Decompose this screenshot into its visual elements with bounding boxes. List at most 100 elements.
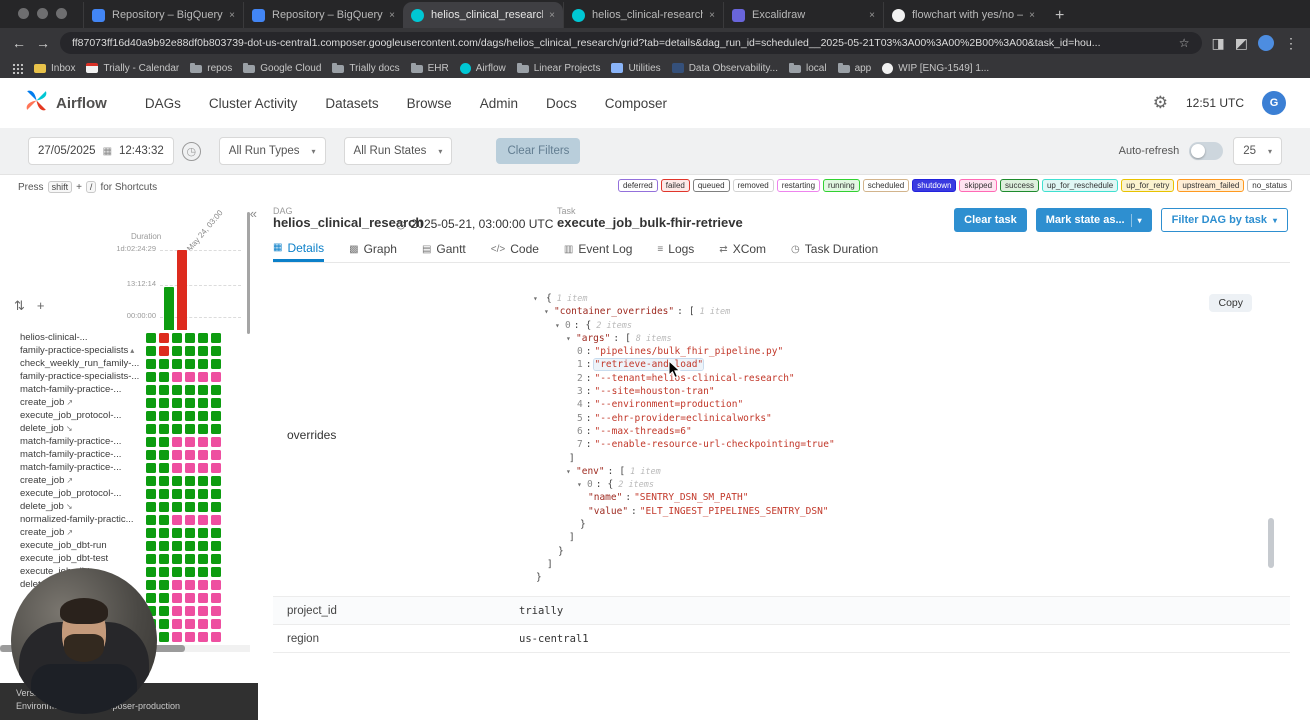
forward-icon[interactable]: → xyxy=(36,35,50,51)
bookmark-item[interactable]: WIP [ENG-1549] 1... xyxy=(882,62,989,74)
task-row[interactable]: execute_job_dbt-run xyxy=(0,539,245,552)
collapse-caret-icon[interactable]: ▾ xyxy=(566,332,576,345)
task-instance-square[interactable] xyxy=(198,566,208,577)
task-row[interactable]: family-practice-specialists ▴ xyxy=(0,344,245,357)
task-instance-square[interactable] xyxy=(185,410,195,421)
tab-details[interactable]: ▦ Details xyxy=(273,240,325,262)
task-instance-square[interactable] xyxy=(172,371,182,382)
collapse-caret-icon[interactable]: ▾ xyxy=(577,478,587,491)
tab-logs[interactable]: ≡ Logs xyxy=(657,240,694,262)
task-instance-square[interactable] xyxy=(185,384,195,395)
tab-close-icon[interactable]: × xyxy=(229,10,235,21)
tab-gantt[interactable]: ▤ Gantt xyxy=(422,240,466,262)
task-instance-square[interactable] xyxy=(198,462,208,473)
task-instance-square[interactable] xyxy=(159,527,169,538)
task-instance-square[interactable] xyxy=(159,397,169,408)
browser-tab[interactable]: Repository – BigQuery – trial... × xyxy=(243,2,403,28)
task-instance-square[interactable] xyxy=(172,332,182,343)
bookmark-item[interactable]: Utilities xyxy=(611,63,661,74)
tab-close-icon[interactable]: × xyxy=(389,10,395,21)
url-bar[interactable]: ff87073ff16d40a9b92e88df0b803739-dot-us-… xyxy=(60,32,1202,54)
task-row[interactable]: execute_job_protocol-... xyxy=(0,487,245,500)
page-size-select[interactable]: 25 ▾ xyxy=(1233,137,1282,165)
date-filter[interactable]: 27/05/2025 ▦ 12:43:32 xyxy=(28,137,174,165)
collapse-grid-icon[interactable]: « xyxy=(250,206,257,221)
browser-tab[interactable]: helios_clinical-research – G... × xyxy=(563,2,723,28)
task-instance-square[interactable] xyxy=(159,449,169,460)
task-instance-square[interactable] xyxy=(185,436,195,447)
task-instance-square[interactable] xyxy=(185,592,195,603)
task-instance-square[interactable] xyxy=(172,618,182,629)
task-instance-square[interactable] xyxy=(198,436,208,447)
task-instance-square[interactable] xyxy=(185,566,195,577)
nav-item-browse[interactable]: Browse xyxy=(407,96,452,111)
task-instance-square[interactable] xyxy=(159,371,169,382)
task-instance-square[interactable] xyxy=(211,449,221,460)
task-instance-square[interactable] xyxy=(159,488,169,499)
task-instance-square[interactable] xyxy=(172,605,182,616)
task-instance-square[interactable] xyxy=(198,618,208,629)
task-instance-square[interactable] xyxy=(159,605,169,616)
tab-close-icon[interactable]: × xyxy=(549,10,555,21)
task-instance-square[interactable] xyxy=(198,592,208,603)
clear-filters-button[interactable]: Clear Filters xyxy=(496,138,581,164)
browser-tab[interactable]: flowchart with yes/no – Goog... × xyxy=(883,2,1043,28)
task-instance-square[interactable] xyxy=(172,436,182,447)
task-instance-square[interactable] xyxy=(159,475,169,486)
nav-item-datasets[interactable]: Datasets xyxy=(325,96,378,111)
task-instance-square[interactable] xyxy=(146,514,156,525)
task-row[interactable]: match-family-practice-... xyxy=(0,435,245,448)
task-instance-square[interactable] xyxy=(185,423,195,434)
task-instance-square[interactable] xyxy=(185,462,195,473)
run-types-select[interactable]: All Run Types ▾ xyxy=(218,137,326,165)
task-instance-square[interactable] xyxy=(198,527,208,538)
task-instance-square[interactable] xyxy=(185,397,195,408)
task-row[interactable]: delete_job ↘ xyxy=(0,422,245,435)
task-instance-square[interactable] xyxy=(159,332,169,343)
toggle-groups-icon[interactable]: ⇅ xyxy=(14,298,25,314)
user-avatar[interactable]: G xyxy=(1262,91,1286,115)
browser-menu-icon[interactable]: ⋮ xyxy=(1284,35,1298,52)
task-instance-square[interactable] xyxy=(159,501,169,512)
mark-state-button[interactable]: Mark state as... ▾ xyxy=(1035,208,1152,232)
auto-refresh-toggle[interactable] xyxy=(1189,142,1224,160)
task-instance-square[interactable] xyxy=(172,592,182,603)
task-instance-square[interactable] xyxy=(159,423,169,434)
task-instance-square[interactable] xyxy=(172,631,182,642)
task-instance-square[interactable] xyxy=(198,540,208,551)
task-instance-square[interactable] xyxy=(198,501,208,512)
task-instance-square[interactable] xyxy=(159,514,169,525)
tab-close-icon[interactable]: × xyxy=(709,10,715,21)
task-row[interactable]: execute_job_dbt-... xyxy=(0,565,245,578)
task-instance-square[interactable] xyxy=(146,397,156,408)
task-instance-square[interactable] xyxy=(146,449,156,460)
task-instance-square[interactable] xyxy=(211,410,221,421)
bookmark-item[interactable]: Data Observability... xyxy=(671,63,778,74)
tab-xcom[interactable]: ⇄ XCom xyxy=(719,240,766,262)
side-panel-icon[interactable]: ◨ xyxy=(1212,35,1225,52)
task-instance-square[interactable] xyxy=(198,488,208,499)
task-instance-square[interactable] xyxy=(146,475,156,486)
bookmark-item[interactable]: Trially docs xyxy=(332,63,400,74)
new-tab-button[interactable]: + xyxy=(1055,7,1064,25)
task-instance-square[interactable] xyxy=(211,436,221,447)
task-instance-square[interactable] xyxy=(146,436,156,447)
task-instance-square[interactable] xyxy=(211,540,221,551)
task-instance-square[interactable] xyxy=(159,358,169,369)
copy-button[interactable]: Copy xyxy=(1209,294,1252,312)
task-instance-square[interactable] xyxy=(185,345,195,356)
task-instance-square[interactable] xyxy=(159,592,169,603)
task-instance-square[interactable] xyxy=(198,553,208,564)
task-instance-square[interactable] xyxy=(172,384,182,395)
task-instance-square[interactable] xyxy=(172,514,182,525)
task-row[interactable]: normalized-family-practic... xyxy=(0,513,245,526)
task-instance-square[interactable] xyxy=(211,592,221,603)
task-instance-square[interactable] xyxy=(146,501,156,512)
airflow-brand[interactable]: Airflow xyxy=(24,88,107,118)
bookmark-item[interactable]: repos xyxy=(190,63,232,74)
task-instance-square[interactable] xyxy=(159,345,169,356)
timezone-clock-button[interactable]: ◷ xyxy=(181,141,201,161)
bookmark-item[interactable]: Inbox xyxy=(34,63,75,74)
task-instance-square[interactable] xyxy=(198,345,208,356)
bookmark-item[interactable]: local xyxy=(788,63,827,74)
